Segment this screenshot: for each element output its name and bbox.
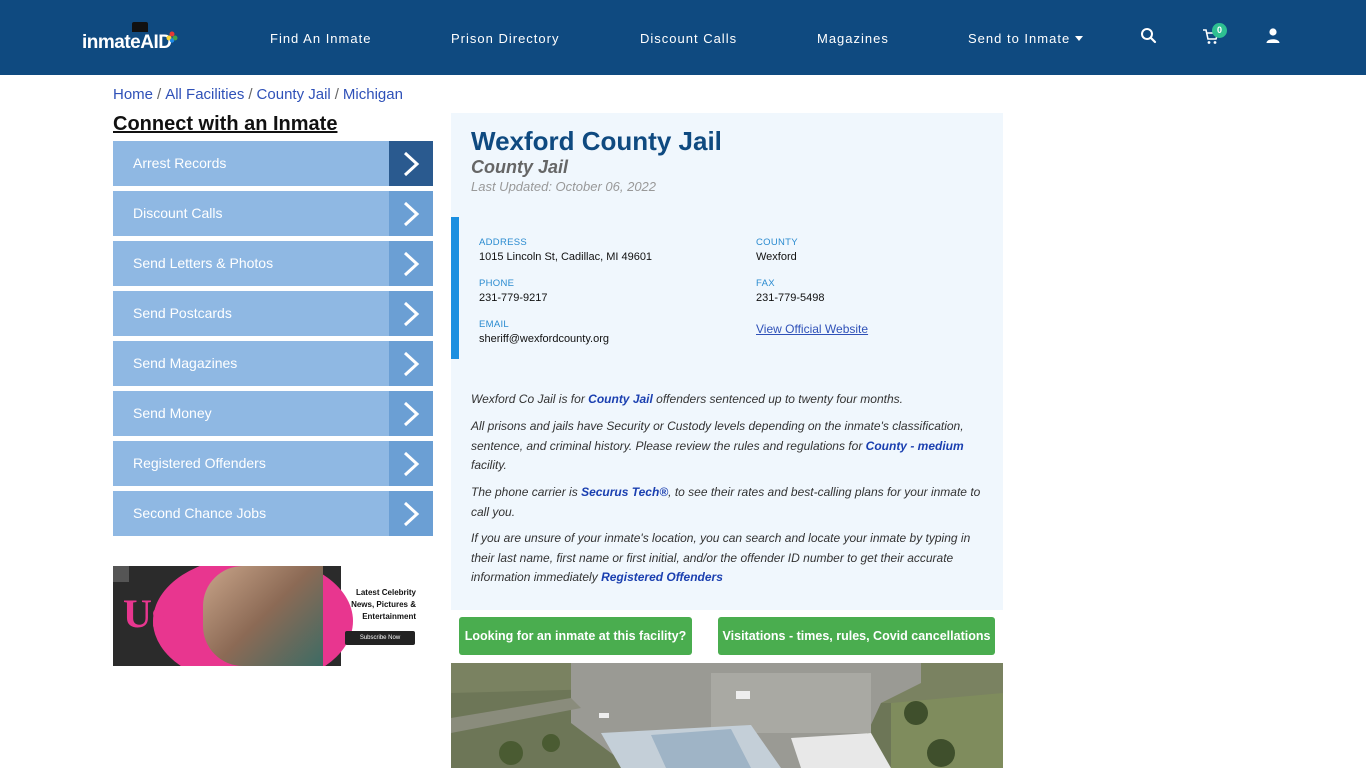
facility-type: County Jail bbox=[471, 157, 569, 177]
ad-tagline: Latest Celebrity News, Pictures & Entert… bbox=[351, 588, 416, 621]
chevron-right-icon bbox=[389, 191, 433, 236]
us-weekly-ad-banner[interactable]: Us Latest Celebrity News, Pictures & Ent… bbox=[113, 566, 433, 666]
user-icon[interactable] bbox=[1264, 27, 1282, 45]
sidebar-item-second-chance-jobs[interactable]: Second Chance Jobs bbox=[113, 491, 433, 536]
address-label: ADDRESS bbox=[479, 237, 528, 248]
address-value: 1015 Lincoln St, Cadillac, MI 49601 bbox=[479, 251, 653, 263]
ad-image-area: Us bbox=[113, 566, 353, 666]
sidebar-item-label: Arrest Records bbox=[133, 155, 227, 171]
cart-count-badge: 0 bbox=[1212, 23, 1227, 38]
email-value[interactable]: sheriff@wexfordcounty.org bbox=[479, 333, 609, 345]
logo-star-icon bbox=[166, 31, 178, 43]
chevron-right-icon bbox=[389, 291, 433, 336]
phone-label: PHONE bbox=[479, 278, 515, 289]
nav-find-an-inmate[interactable]: Find An Inmate bbox=[270, 31, 371, 46]
nav-send-to-inmate[interactable]: Send to Inmate bbox=[968, 31, 1084, 46]
sidebar-item-label: Discount Calls bbox=[133, 205, 223, 221]
chevron-right-icon bbox=[389, 341, 433, 386]
sidebar-item-label: Send Letters & Photos bbox=[133, 255, 274, 271]
sidebar-item-label: Send Money bbox=[133, 405, 212, 421]
chevron-right-icon bbox=[389, 141, 433, 186]
looking-for-inmate-button[interactable]: Looking for an inmate at this facility? bbox=[459, 617, 692, 655]
ad-subscribe-button[interactable]: Subscribe Now bbox=[345, 631, 415, 645]
connect-with-inmate-heading[interactable]: Connect with an Inmate bbox=[113, 113, 337, 136]
sidebar-item-send-letters-photos[interactable]: Send Letters & Photos bbox=[113, 241, 433, 286]
inmateaid-logo[interactable]: inmateAID bbox=[82, 22, 182, 56]
securus-tech-link[interactable]: Securus Tech® bbox=[581, 485, 668, 499]
sidebar-item-send-money[interactable]: Send Money bbox=[113, 391, 433, 436]
graduation-hat-icon bbox=[132, 22, 148, 32]
ad-brand-logo: Us bbox=[123, 591, 168, 636]
registered-offenders-link[interactable]: Registered Offenders bbox=[601, 570, 723, 584]
fax-label: FAX bbox=[756, 278, 775, 289]
ad-corner-icon bbox=[113, 566, 129, 582]
sidebar-item-discount-calls[interactable]: Discount Calls bbox=[113, 191, 433, 236]
search-icon[interactable] bbox=[1140, 27, 1158, 45]
county-jail-link[interactable]: County Jail bbox=[588, 392, 653, 406]
phone-value[interactable]: 231-779-9217 bbox=[479, 292, 548, 304]
sidebar-item-label: Registered Offenders bbox=[133, 455, 266, 471]
description-paragraph-1: Wexford Co Jail is for County Jail offen… bbox=[471, 392, 903, 406]
view-official-website-link[interactable]: View Official Website bbox=[756, 322, 868, 336]
breadcrumb-michigan[interactable]: Michigan bbox=[343, 86, 403, 103]
fax-value: 231-779-5498 bbox=[756, 292, 825, 304]
sidebar-item-arrest-records[interactable]: Arrest Records bbox=[113, 141, 433, 186]
last-updated: Last Updated: October 06, 2022 bbox=[471, 179, 657, 194]
sidebar-item-send-magazines[interactable]: Send Magazines bbox=[113, 341, 433, 386]
ad-celebrity-photo bbox=[203, 566, 323, 666]
breadcrumb-home[interactable]: Home bbox=[113, 86, 153, 103]
county-label: COUNTY bbox=[756, 237, 798, 248]
nav-prison-directory[interactable]: Prison Directory bbox=[451, 31, 559, 46]
description-paragraph-4: If you are unsure of your inmate's locat… bbox=[471, 531, 971, 584]
breadcrumb: Home / All Facilities / County Jail / Michigan bbox=[113, 86, 403, 103]
caret-down-icon bbox=[1075, 36, 1084, 41]
nav-discount-calls[interactable]: Discount Calls bbox=[640, 31, 737, 46]
satellite-map-image bbox=[451, 663, 1003, 768]
breadcrumb-all-facilities[interactable]: All Facilities bbox=[165, 86, 244, 103]
breadcrumb-county-jail[interactable]: County Jail bbox=[257, 86, 331, 103]
description-paragraph-3: The phone carrier is Securus Tech®, to s… bbox=[471, 485, 981, 519]
sidebar-item-registered-offenders[interactable]: Registered Offenders bbox=[113, 441, 433, 486]
visitations-button[interactable]: Visitations - times, rules, Covid cancel… bbox=[718, 617, 995, 655]
chevron-right-icon bbox=[389, 441, 433, 486]
chevron-right-icon bbox=[389, 391, 433, 436]
sidebar-item-label: Send Magazines bbox=[133, 355, 238, 371]
description-paragraph-2: All prisons and jails have Security or C… bbox=[471, 419, 964, 472]
info-accent-bar bbox=[451, 217, 459, 359]
logo-text: inmateAID bbox=[82, 32, 172, 53]
nav-magazines[interactable]: Magazines bbox=[817, 31, 889, 46]
chevron-right-icon bbox=[389, 241, 433, 286]
top-navbar: inmateAID Find An Inmate Prison Director… bbox=[0, 0, 1366, 75]
sidebar-item-label: Send Postcards bbox=[133, 305, 232, 321]
email-label: EMAIL bbox=[479, 319, 510, 330]
sidebar-item-send-postcards[interactable]: Send Postcards bbox=[113, 291, 433, 336]
sidebar-item-label: Second Chance Jobs bbox=[133, 505, 267, 521]
facility-title: Wexford County Jail bbox=[471, 126, 722, 156]
chevron-right-icon bbox=[389, 491, 433, 536]
satellite-map[interactable] bbox=[451, 663, 1003, 768]
county-medium-link[interactable]: County - medium bbox=[866, 439, 964, 453]
county-value: Wexford bbox=[756, 251, 797, 263]
